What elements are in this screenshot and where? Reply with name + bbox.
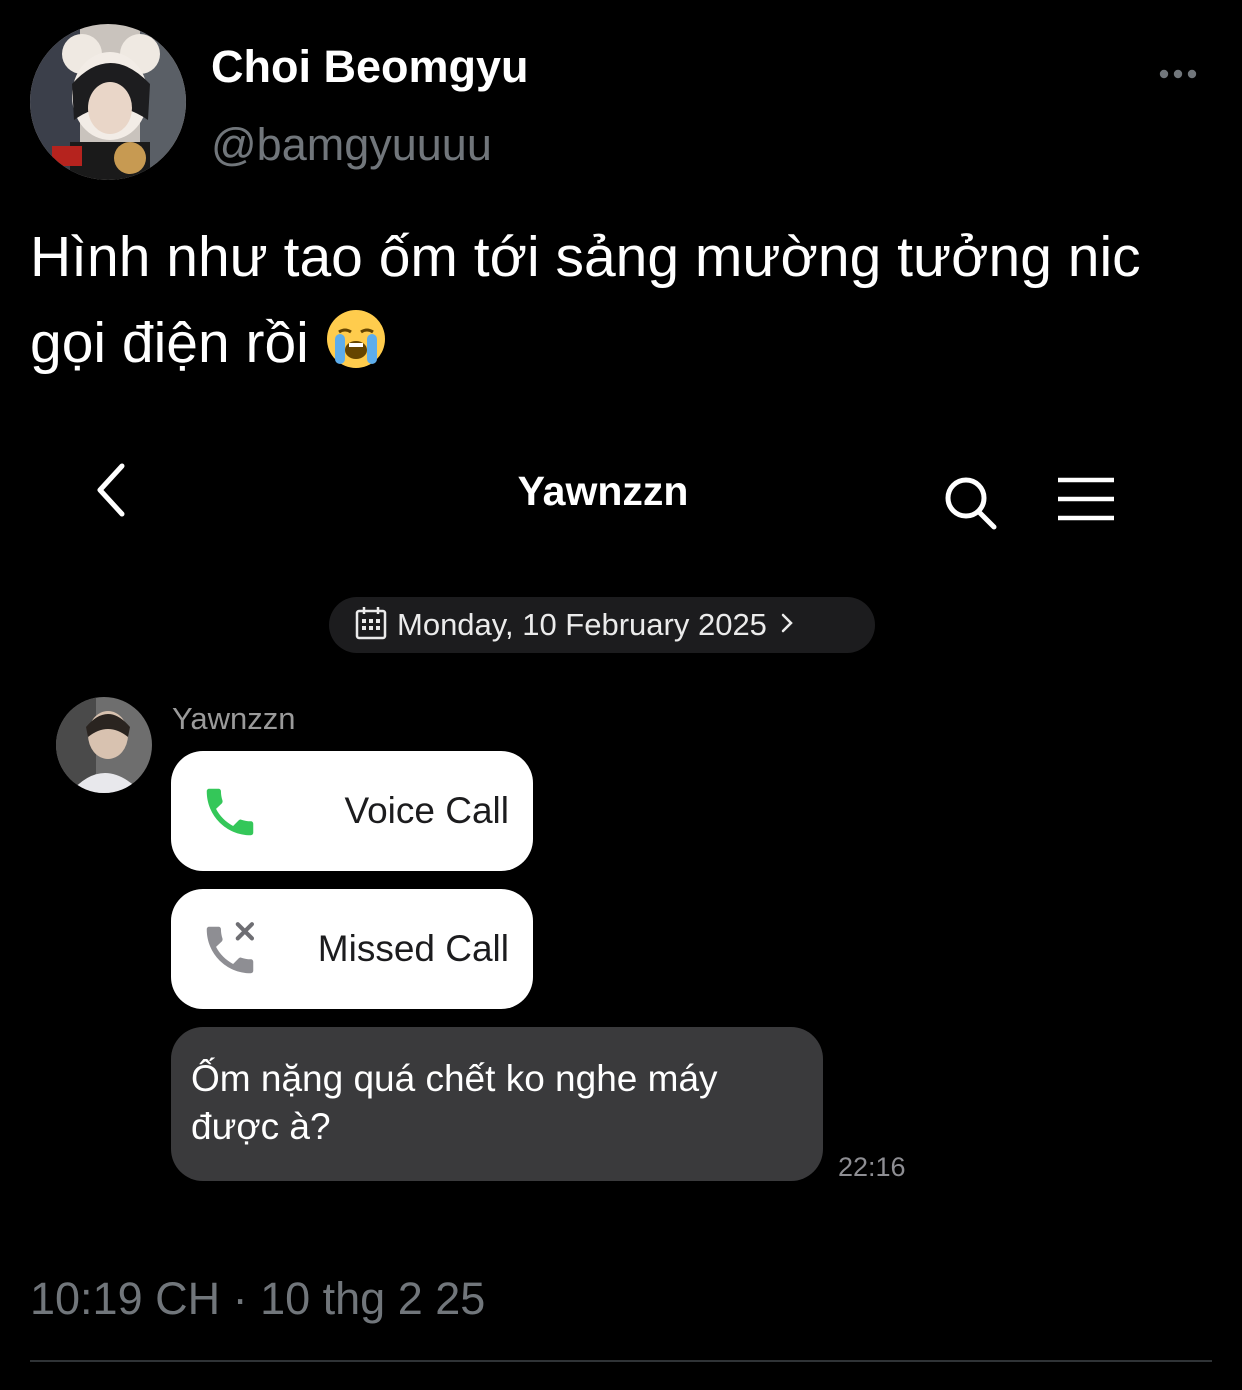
tweet-text-content: Hình như tao ốm tới sảng mường tưởng nic… (30, 225, 1141, 375)
sender-name: Yawnzzn (172, 701, 296, 736)
sender-avatar[interactable] (56, 697, 152, 793)
missed-call-message[interactable]: Missed Call (171, 889, 533, 1009)
author-display-name[interactable]: Choi Beomgyu (211, 40, 529, 94)
search-icon[interactable] (940, 472, 1002, 532)
voice-call-message[interactable]: Voice Call (171, 751, 533, 871)
missed-call-icon (199, 919, 261, 981)
chevron-right-icon (779, 611, 795, 640)
more-options-icon[interactable] (1150, 56, 1206, 92)
phone-icon (199, 781, 261, 843)
tweet-text: Hình như tao ốm tới sảng mường tưởng nic… (30, 214, 1230, 394)
message-text: Ốm nặng quá chết ko nghe máy được à? (191, 1058, 718, 1147)
author-handle[interactable]: @bamgyuuuu (211, 118, 492, 172)
menu-icon[interactable] (1054, 474, 1118, 526)
missed-call-label: Missed Call (317, 928, 509, 969)
calendar-icon (355, 606, 387, 645)
date-label: Monday, 10 February 2025 (397, 607, 767, 642)
loudly-crying-face-icon (325, 308, 387, 394)
divider (30, 1360, 1212, 1362)
date-separator[interactable]: Monday, 10 February 2025 (329, 597, 875, 653)
tweet-timestamp[interactable]: 10:19 CH · 10 thg 2 25 (30, 1270, 485, 1328)
voice-call-label: Voice Call (344, 790, 509, 831)
chat-title: Yawnzzn (517, 468, 689, 514)
message-timestamp: 22:16 (838, 1152, 906, 1182)
author-avatar[interactable] (30, 24, 186, 180)
text-message-bubble[interactable]: Ốm nặng quá chết ko nghe máy được à? (171, 1027, 823, 1181)
